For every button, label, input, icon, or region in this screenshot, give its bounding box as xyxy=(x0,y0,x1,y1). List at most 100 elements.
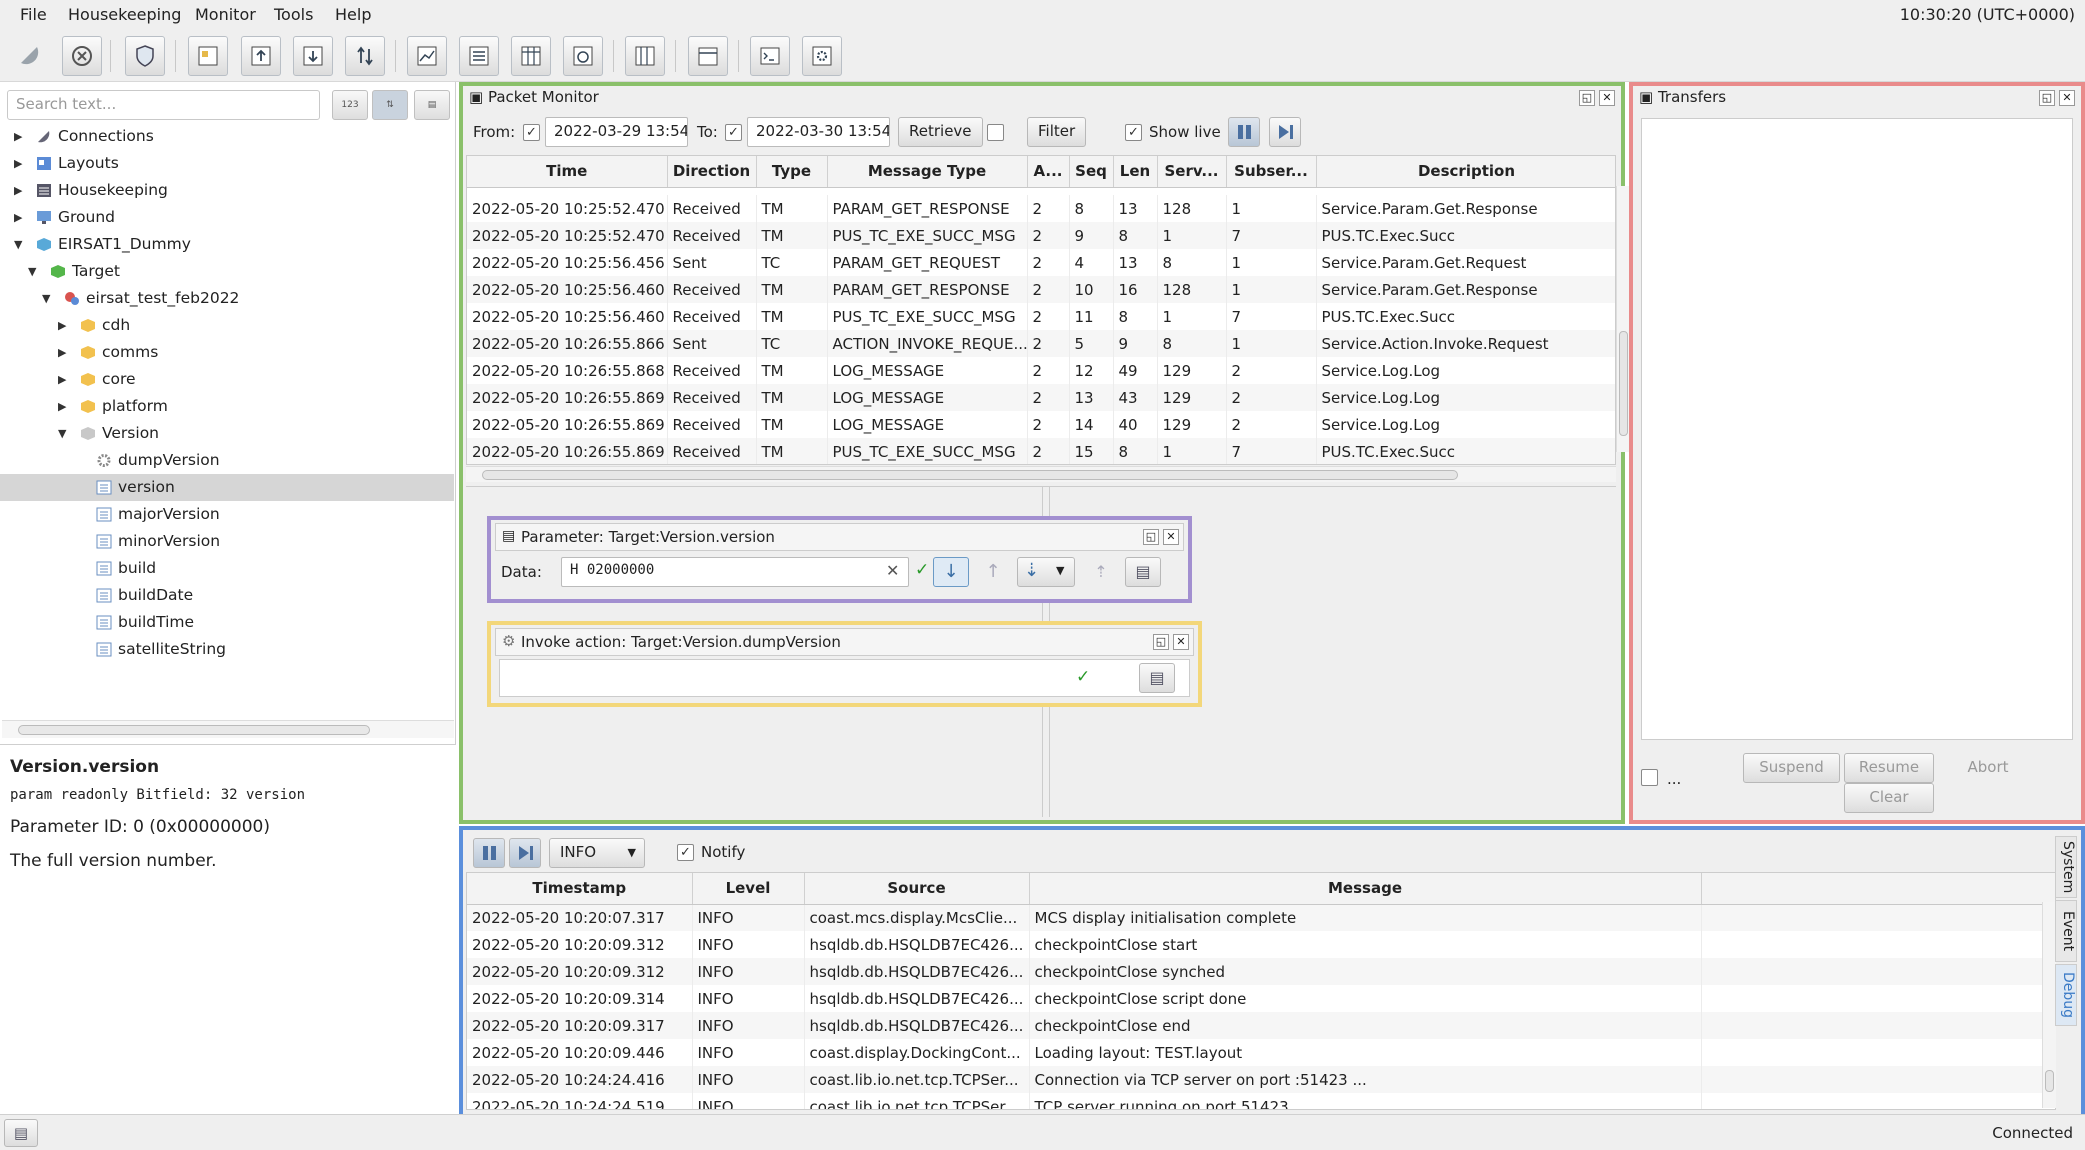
retrieve-button[interactable]: Retrieve xyxy=(898,117,983,147)
log-level-select[interactable]: INFO ▼ xyxy=(549,838,645,868)
chevron-down-icon[interactable]: ▼ xyxy=(1056,564,1064,577)
log-row[interactable]: 2022-05-20 10:20:09.314 INFO hsqldb.db.HSQ… xyxy=(467,985,2055,1012)
transfers-more[interactable]: ... xyxy=(1667,770,1681,788)
close-icon[interactable]: ✕ xyxy=(2059,90,2075,106)
search-input[interactable]: Search text... xyxy=(7,90,320,120)
table-row[interactable]: 2022-05-20 10:26:55.868 Received TM LOG_MES… xyxy=(467,357,1615,384)
log-row[interactable]: 2022-05-20 10:24:24.416 INFO coast.lib.io.… xyxy=(467,1066,2055,1093)
download-button[interactable] xyxy=(293,36,333,76)
save-value-button[interactable]: ⇡ xyxy=(1085,557,1117,587)
column-header[interactable]: Type xyxy=(756,156,828,188)
transfers-checkbox[interactable] xyxy=(1641,769,1658,786)
list-button[interactable] xyxy=(459,36,499,76)
table-row[interactable]: 2022-05-20 10:26:55.866 Sent TC ACTION_INVO… xyxy=(467,330,1615,357)
resume-button[interactable]: Resume xyxy=(1844,753,1934,783)
menu-monitor[interactable]: Monitor xyxy=(195,5,256,24)
clear-button[interactable]: Clear xyxy=(1844,783,1934,813)
tree-item-target[interactable]: ▼ Target xyxy=(0,258,454,285)
close-icon[interactable]: ✕ xyxy=(1163,529,1179,545)
table-button[interactable] xyxy=(511,36,551,76)
log-row[interactable]: 2022-05-20 10:20:09.312 INFO hsqldb.db.HSQ… xyxy=(467,958,2055,985)
tree-item-minorversion[interactable]: minorVersion xyxy=(0,528,454,555)
expand-arrow-icon[interactable]: ▶ xyxy=(14,204,22,231)
tab-debug[interactable]: Debug xyxy=(2055,964,2077,1026)
packet-button[interactable] xyxy=(625,36,665,76)
collapse-arrow-icon[interactable]: ▼ xyxy=(14,231,22,258)
column-header[interactable]: Message Type xyxy=(827,156,1028,188)
menu-file[interactable]: File xyxy=(20,5,47,24)
connect-button[interactable] xyxy=(10,36,50,76)
log-row[interactable]: 2022-05-20 10:24:24.519 INFO coast.lib.io.… xyxy=(467,1093,2055,1109)
scroll-thumb[interactable] xyxy=(2045,1070,2054,1092)
filter-button[interactable]: Filter xyxy=(1027,117,1087,147)
column-header[interactable]: Description xyxy=(1316,156,1615,188)
settings-button[interactable] xyxy=(802,36,842,76)
abort-button[interactable]: Abort xyxy=(1938,753,2038,783)
security-button[interactable] xyxy=(125,36,165,76)
suspend-button[interactable]: Suspend xyxy=(1743,753,1840,783)
show-live-checkbox[interactable]: ✓ xyxy=(1125,124,1142,141)
column-header[interactable]: Time xyxy=(467,156,668,188)
tree-item-connections[interactable]: ▶ Connections xyxy=(0,123,454,150)
disconnect-button[interactable] xyxy=(62,36,102,76)
scroll-thumb[interactable] xyxy=(1619,331,1628,436)
column-header[interactable]: Len xyxy=(1113,156,1158,188)
expand-arrow-icon[interactable]: ▶ xyxy=(58,339,66,366)
sort-button[interactable]: ⇅ xyxy=(372,90,408,120)
table-row[interactable]: 2022-05-20 10:25:56.460 Received TM PUS_TC_… xyxy=(467,303,1615,330)
collapse-arrow-icon[interactable]: ▼ xyxy=(42,285,50,312)
menu-tools[interactable]: Tools xyxy=(274,5,313,24)
float-icon[interactable]: ◱ xyxy=(2039,90,2055,106)
data-field[interactable]: H 02000000 xyxy=(561,557,909,587)
column-header[interactable]: A... xyxy=(1027,156,1070,188)
gauge-button[interactable] xyxy=(563,36,603,76)
tree-item-layouts[interactable]: ▶ Layouts xyxy=(0,150,454,177)
tree-item-buildtime[interactable]: buildTime xyxy=(0,609,454,636)
column-header[interactable]: Direction xyxy=(667,156,757,188)
expand-arrow-icon[interactable]: ▶ xyxy=(58,312,66,339)
expand-arrow-icon[interactable]: ▶ xyxy=(14,150,22,177)
clear-icon[interactable]: ✕ xyxy=(886,561,899,580)
tree-item-version-param[interactable]: version xyxy=(0,474,454,501)
invoke-button[interactable]: ▤ xyxy=(1139,663,1175,693)
chart-button[interactable] xyxy=(407,36,447,76)
tree-item-housekeeping[interactable]: ▶ Housekeeping xyxy=(0,177,454,204)
tree-item-version-module[interactable]: ▼ Version xyxy=(0,420,454,447)
from-checkbox[interactable]: ✓ xyxy=(523,124,540,141)
console-button[interactable] xyxy=(750,36,790,76)
tree-horizontal-scrollbar[interactable] xyxy=(2,720,454,738)
expand-arrow-icon[interactable]: ▶ xyxy=(14,177,22,204)
read-button[interactable]: ↓ xyxy=(933,557,969,587)
collapse-arrow-icon[interactable]: ▼ xyxy=(28,258,36,285)
transfer-button[interactable] xyxy=(345,36,385,76)
menu-housekeeping[interactable]: Housekeeping xyxy=(68,5,181,24)
column-header[interactable]: Source xyxy=(804,873,1030,905)
column-header[interactable]: Seq xyxy=(1069,156,1114,188)
collapse-arrow-icon[interactable]: ▼ xyxy=(58,420,66,447)
float-icon[interactable]: ◱ xyxy=(1579,90,1595,106)
tab-event[interactable]: Event xyxy=(2055,900,2077,962)
log-row[interactable]: 2022-05-20 10:20:09.317 INFO hsqldb.db.HSQ… xyxy=(467,1012,2055,1039)
calendar-button[interactable] xyxy=(688,36,728,76)
upload-button[interactable] xyxy=(241,36,281,76)
column-header[interactable]: Message xyxy=(1029,873,1702,905)
packet-table-horizontal-scrollbar[interactable] xyxy=(466,466,1616,482)
menu-help[interactable]: Help xyxy=(335,5,371,24)
packet-table-vertical-scrollbar[interactable] xyxy=(1616,186,1630,452)
skip-to-end-button[interactable] xyxy=(509,838,541,868)
layout-button[interactable] xyxy=(188,36,228,76)
scroll-thumb[interactable] xyxy=(18,725,370,735)
expand-arrow-icon[interactable]: ▶ xyxy=(14,123,22,150)
to-date-field[interactable]: 2022-03-30 13:54 xyxy=(747,117,890,147)
skip-to-end-button[interactable] xyxy=(1269,117,1301,147)
column-header[interactable]: Timestamp xyxy=(467,873,693,905)
clipboard-button[interactable]: ▤ xyxy=(4,1119,38,1147)
expand-arrow-icon[interactable]: ▶ xyxy=(58,366,66,393)
tree-item-builddate[interactable]: buildDate xyxy=(0,582,454,609)
table-row[interactable]: 2022-05-20 10:25:56.460 Received TM PARAM_G… xyxy=(467,276,1615,303)
pause-button[interactable] xyxy=(473,838,505,868)
close-icon[interactable]: ✕ xyxy=(1173,634,1189,650)
log-row[interactable]: 2022-05-20 10:20:09.312 INFO hsqldb.db.HSQ… xyxy=(467,931,2055,958)
log-row[interactable]: 2022-05-20 10:20:09.446 INFO coast.display… xyxy=(467,1039,2055,1066)
float-icon[interactable]: ◱ xyxy=(1153,634,1169,650)
